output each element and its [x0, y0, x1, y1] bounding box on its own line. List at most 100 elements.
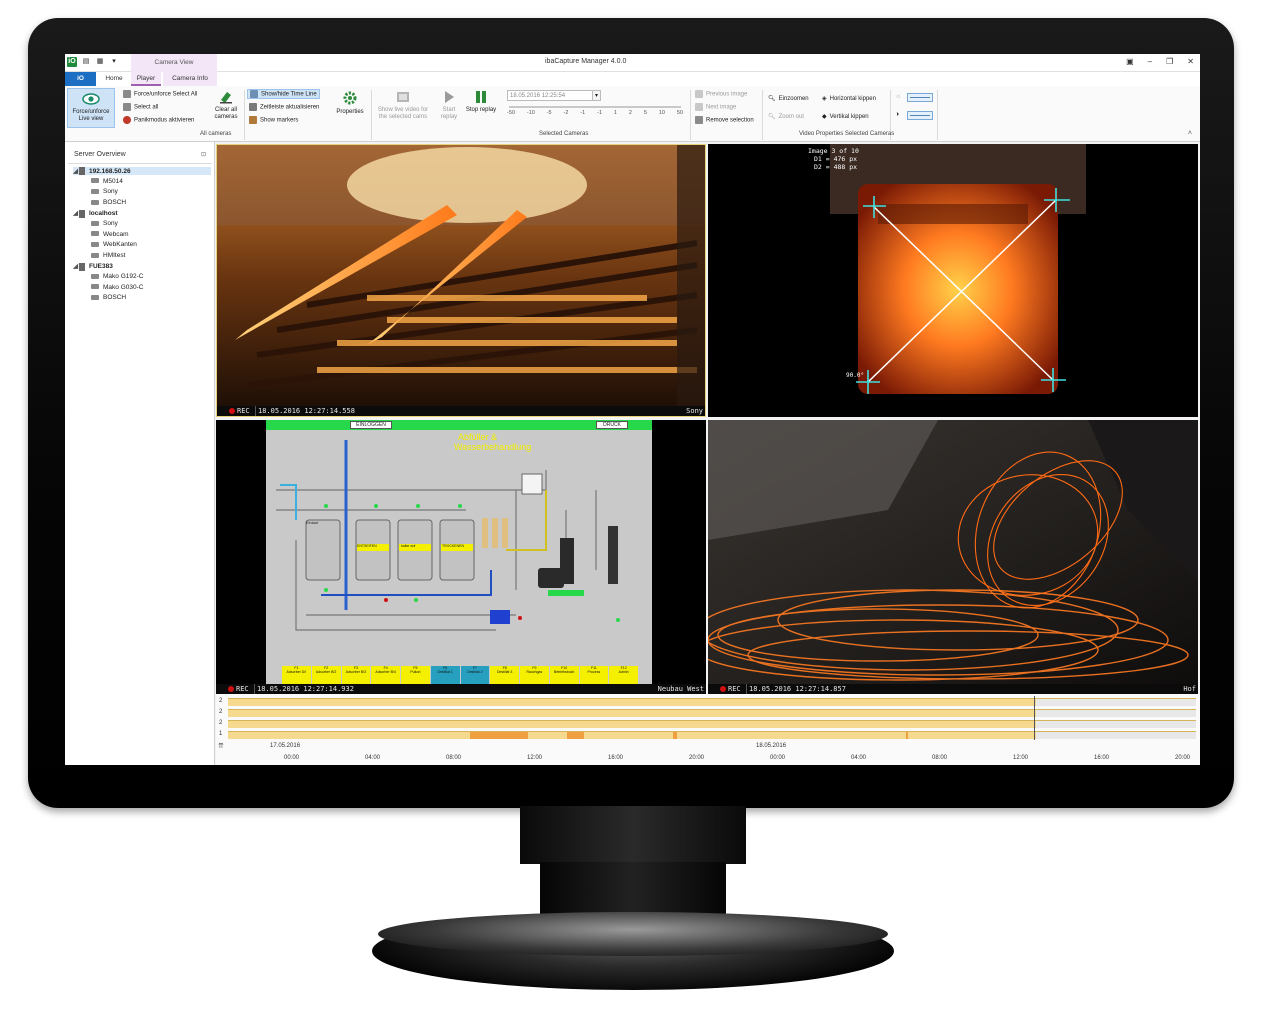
minimize-icon[interactable]: – [1148, 57, 1152, 66]
hmi-function-key[interactable]: F7 Destillat 2 [460, 666, 490, 684]
camera-node[interactable]: Webcam [91, 231, 129, 238]
camera-node[interactable]: Sony [91, 188, 118, 195]
hmi-function-key[interactable]: F9 Rauchgas [520, 666, 549, 684]
contrast-slider[interactable] [907, 111, 933, 120]
timeline-cursor[interactable] [1034, 696, 1035, 740]
video-status-bar: REC 18.05.2016 12:27:14.857 Hof [708, 684, 1198, 694]
camera-node[interactable]: Mako G030-C [91, 284, 143, 291]
ribbon-options-icon[interactable]: ▣ [1126, 57, 1134, 66]
close-icon[interactable]: ✕ [1187, 57, 1194, 66]
camera-icon [91, 188, 99, 194]
force-unforce-select-all-button[interactable]: Force/unforce Select All [123, 90, 197, 98]
server-node[interactable]: ◢ FUE383 [73, 262, 113, 271]
replay-time-dropdown-icon[interactable]: ▾ [592, 90, 601, 101]
camera-node[interactable]: Mako G192-C [91, 273, 143, 280]
speed-tick: 5 [643, 110, 647, 116]
video-panel-2[interactable]: Image 3 of 10 D1 = 476 px D2 = 488 px 90… [708, 144, 1198, 417]
camera-node[interactable]: WebKanten [91, 241, 137, 248]
hmi-function-key[interactable]: F8 Destillat 3 [490, 666, 519, 684]
remove-selection-button[interactable]: Remove selection [695, 116, 754, 124]
tab-home[interactable]: Home [99, 72, 129, 86]
force-live-view-button[interactable]: Force/unforce Live view [67, 88, 115, 128]
new-config-icon[interactable]: ▤ [81, 57, 91, 67]
timeline-event-mark[interactable] [673, 732, 678, 739]
replay-speed-slider[interactable] [509, 106, 681, 108]
monitor-neck-lower [540, 862, 726, 918]
restore-icon[interactable]: ❐ [1166, 57, 1173, 66]
tab-camera-info[interactable]: Camera Info [163, 72, 217, 86]
hmi-function-key[interactable]: F10 Betriebsbuch [549, 666, 579, 684]
update-timeline-label: Zeitleiste aktualisieren [260, 104, 320, 111]
show-live-video-label-2: the selected cams [378, 114, 428, 120]
timeline-panel[interactable]: 2 2 2 1 ⇈ 00:00 04:00 08:00 12:00 16:00 20:00 00:… [216, 694, 1200, 765]
tab-player[interactable]: Player [131, 72, 161, 86]
show-hide-timeline-button[interactable]: Show/hide Time Line [247, 89, 320, 99]
timeline-event-mark[interactable] [566, 732, 585, 739]
hmi-function-key[interactable]: F5 Pulizzi [401, 666, 430, 684]
show-live-video-button[interactable]: Show live video for the selected cams [373, 90, 433, 128]
timeline-track[interactable] [228, 731, 1196, 739]
timeline-event-mark[interactable] [470, 732, 529, 739]
camera-name: WebKanten [103, 241, 137, 249]
track-number: 2 [219, 698, 223, 704]
qat-dropdown-icon[interactable]: ▾ [109, 57, 119, 67]
server-node[interactable]: ◢ 192.168.50.26 [73, 167, 211, 176]
hmi-function-key[interactable]: F3 Adsorber B/3 [341, 666, 371, 684]
video-panel-1[interactable]: REC 18.05.2016 12:27:14.558 Sony [216, 144, 706, 417]
replay-time-field[interactable]: 18.05.2016 12:25:54 [507, 90, 601, 101]
camera-node[interactable]: M5014 [91, 178, 123, 185]
camera-icon [91, 294, 99, 300]
hmi-function-key[interactable]: F2 Adsorber B/2 [311, 666, 341, 684]
collapse-ribbon-icon[interactable]: ˄ [1188, 130, 1192, 137]
hmi-function-key[interactable]: F6 Destillat 1 [430, 666, 460, 684]
stop-replay-button[interactable]: Stop replay [463, 90, 499, 128]
brightness-slider[interactable] [907, 93, 933, 102]
hmi-function-key[interactable]: F4 Adsorber B/4 [371, 666, 400, 684]
update-timeline-button[interactable]: Zeitleiste aktualisieren [249, 103, 319, 111]
timeline-event-mark[interactable] [905, 732, 908, 739]
timeline-track[interactable] [228, 720, 1196, 728]
clear-all-cameras-button[interactable]: Clear all cameras [209, 90, 243, 128]
show-markers-button[interactable]: Show markers [249, 116, 298, 124]
next-image-button[interactable]: Next image [695, 103, 736, 111]
hmi-print-button[interactable]: DRUCK [596, 421, 628, 429]
timeline-track[interactable] [228, 709, 1196, 717]
grid-icon [123, 90, 131, 98]
camera-node[interactable]: BOSCH [91, 199, 126, 206]
timeline-collapse-icon[interactable]: ⇈ [218, 742, 224, 750]
show-live-video-label-1: Show live video for [377, 107, 429, 113]
hmi-login-button[interactable]: EINLOGGEN [350, 421, 392, 429]
server-name: FUE383 [89, 263, 113, 271]
previous-image-button[interactable]: Previous image [695, 90, 747, 98]
force-unforce-select-all-label: Force/unforce Select All [134, 91, 198, 98]
properties-button[interactable]: Properties [333, 90, 367, 128]
fkey-label: Rauchgas [526, 670, 543, 674]
save-config-icon[interactable]: ▦ [95, 57, 105, 67]
hmi-function-key[interactable]: F1 Adsorber D/I [282, 666, 311, 684]
video-panel-3[interactable]: EINLOGGEN DRUCK Abfüller & Wasserbehandl… [216, 420, 706, 694]
camera-node[interactable]: Sony [91, 220, 118, 227]
quick-access-toolbar: iO ▤ ▦ ▾ [67, 57, 119, 67]
select-all-button[interactable]: Select all [123, 103, 158, 111]
hmi-function-key[interactable]: F11 Process [579, 666, 609, 684]
timeline-hour-tick: 04:00 [851, 755, 867, 761]
server-node[interactable]: ◢ localhost [73, 209, 118, 218]
pin-icon[interactable]: ⊡ [201, 151, 206, 158]
next-icon [695, 103, 703, 111]
hmi-function-key[interactable]: F12 Admin [609, 666, 638, 684]
camera-node[interactable]: HMItest [91, 252, 125, 259]
speed-tick: -50 [507, 110, 515, 116]
panic-mode-button[interactable]: Panikmodus aktivieren [123, 116, 194, 124]
film-icon [397, 92, 409, 102]
flip-vertical-button[interactable]: ◆ Vertikal kippen [822, 113, 869, 120]
timeline-track[interactable] [228, 698, 1196, 706]
zoom-in-button[interactable]: 🔍︎ Einzoomen [768, 95, 809, 102]
tab-file[interactable]: iO [65, 72, 96, 86]
rec-indicator: REC [720, 684, 741, 694]
video-panel-4[interactable]: REC 18.05.2016 12:27:14.857 Hof [708, 420, 1198, 694]
group-label-video-properties: Video Properties Selected Cameras [799, 131, 895, 137]
flip-horizontal-button[interactable]: ◈ Horizontal kippen [822, 95, 876, 102]
camera-node[interactable]: BOSCH [91, 294, 126, 301]
start-replay-button[interactable]: Start replay [435, 90, 463, 128]
zoom-out-button[interactable]: 🔍︎ Zoom out [768, 113, 804, 120]
